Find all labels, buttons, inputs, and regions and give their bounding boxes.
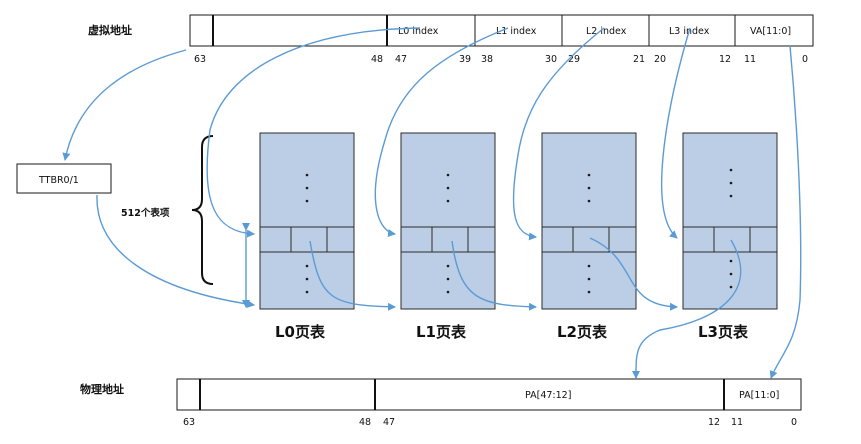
l3-table-label: L3页表 [698, 323, 749, 341]
l1-dot [446, 290, 450, 294]
page-table-l1: L1页表 [400, 132, 496, 341]
l1-dot [446, 264, 450, 268]
va-bit-12: 12 [719, 54, 731, 65]
va-bit-48: 48 [371, 54, 383, 65]
physical-address-bar: 物理地址 PA[47:12] PA[11:0] 63 48 47 12 11 0 [80, 378, 802, 428]
pa-field-47-12: PA[47:12] [525, 390, 571, 401]
l0-dot [305, 186, 309, 190]
l0-dot [305, 290, 309, 294]
l0-dot [305, 173, 309, 177]
l2-dot [587, 173, 591, 177]
pa-field-11-0: PA[11:0] [739, 390, 779, 401]
ttbr-label: TTBR0/1 [38, 175, 79, 186]
physical-address-label: 物理地址 [80, 382, 124, 396]
l2-table-entry-row [541, 226, 637, 253]
pa-bit-11: 11 [731, 417, 743, 428]
va-bit-21: 21 [633, 54, 645, 65]
page-table-l3: L3页表 [682, 132, 778, 341]
va-bit-63: 63 [194, 54, 206, 65]
l3-dot [729, 259, 733, 263]
va-field-l2-index: L2 index [586, 26, 627, 37]
l0-dot [305, 199, 309, 203]
page-table-l2: L2页表 [541, 132, 637, 341]
pa-bar-outline [176, 378, 802, 411]
entries-brace [191, 135, 214, 285]
virtual-address-bar: 虚拟地址 L0 index L1 index L2 index L3 index… [88, 14, 814, 65]
virtual-address-label: 虚拟地址 [88, 23, 132, 37]
l1-table-label: L1页表 [416, 323, 467, 341]
va-to-ttbr-arrow [62, 49, 187, 161]
l1-dot [446, 173, 450, 177]
va-bit-38: 38 [481, 54, 493, 65]
va-field-l1-index: L1 index [496, 26, 537, 37]
l0-dot [305, 264, 309, 268]
va-bit-29: 29 [568, 54, 580, 65]
va-bit-11: 11 [744, 54, 756, 65]
l3-dot [729, 194, 733, 198]
page-table-walk-diagram: 虚拟地址 L0 index L1 index L2 index L3 index… [16, 14, 814, 428]
l3-dot [729, 285, 733, 289]
l2-dot [587, 264, 591, 268]
pa-bit-12: 12 [708, 417, 720, 428]
pa-bit-63: 63 [183, 417, 195, 428]
l3-table-body [682, 132, 778, 310]
l3-dot [729, 272, 733, 276]
l0-table-label: L0页表 [275, 323, 326, 341]
entries-annotation: 512个表项 [121, 135, 250, 308]
va-field-va-11-0: VA[11:0] [750, 26, 791, 37]
l2-table-body [541, 132, 637, 310]
l1-dot [446, 186, 450, 190]
l1-dot [446, 199, 450, 203]
pa-bit-48: 48 [359, 417, 371, 428]
l3-dot [729, 168, 733, 172]
pa-bit-47: 47 [383, 417, 395, 428]
l3-table-entry-row [682, 226, 778, 253]
l0-table-entry-row [259, 226, 355, 253]
l3-dot [729, 181, 733, 185]
va-bit-30: 30 [545, 54, 557, 65]
ttbr-register: TTBR0/1 [16, 163, 112, 194]
l1-table-body [400, 132, 496, 310]
l2-table-label: L2页表 [557, 323, 608, 341]
va-bit-47: 47 [395, 54, 407, 65]
l2-dot [587, 199, 591, 203]
page-table-l0: L0页表 [259, 132, 355, 341]
va-bit-0: 0 [802, 54, 808, 65]
l1-table-entry-row [400, 226, 496, 253]
l2-dot [587, 277, 591, 281]
l0-table-body [259, 132, 355, 310]
l2-dot [587, 290, 591, 294]
entries-label: 512个表项 [121, 207, 170, 219]
l2-dot [587, 186, 591, 190]
va-bit-20: 20 [654, 54, 666, 65]
pa-bit-0: 0 [791, 417, 797, 428]
va-bit-39: 39 [459, 54, 471, 65]
l0-dot [305, 277, 309, 281]
l1-dot [446, 277, 450, 281]
